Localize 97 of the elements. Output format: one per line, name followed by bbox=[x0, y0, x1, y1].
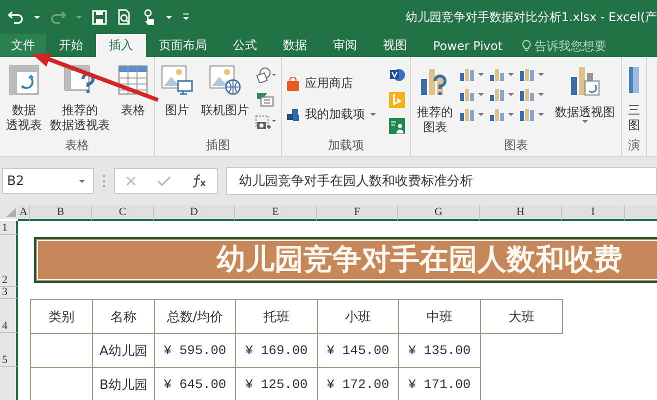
addin-blocks-icon bbox=[286, 108, 300, 122]
ribbon-tab[interactable]: 页面布局 bbox=[146, 34, 220, 57]
caret-icon bbox=[478, 72, 484, 76]
group-label: 加载项 bbox=[327, 137, 365, 154]
store-bag-icon bbox=[286, 76, 300, 90]
screenshot-icon[interactable] bbox=[255, 115, 277, 131]
ribbon-tab[interactable]: 开始 bbox=[46, 34, 96, 57]
button-label: 推荐的 bbox=[417, 105, 453, 120]
chart-icon bbox=[519, 107, 535, 121]
caret-icon bbox=[538, 112, 544, 116]
row-header[interactable]: 5 bbox=[0, 333, 18, 367]
column-header[interactable] bbox=[625, 205, 657, 221]
caret-icon[interactable] bbox=[582, 120, 588, 123]
ribbon-button[interactable]: 我的加载项 bbox=[286, 106, 376, 123]
button-label: 数据透视图 bbox=[555, 105, 615, 120]
window-title: 幼儿园竞争对手数据对比分析1.xlsx - Excel(产 bbox=[405, 8, 657, 26]
visio-icon[interactable] bbox=[388, 67, 406, 83]
shapes-icon[interactable] bbox=[255, 67, 277, 83]
row-header[interactable]: 2 bbox=[0, 235, 18, 287]
group-label: 表格 bbox=[64, 137, 90, 154]
table-header-cell: 类别 bbox=[30, 299, 93, 334]
caret-icon bbox=[508, 72, 514, 76]
lightbulb-icon bbox=[522, 38, 531, 52]
ribbon-tab[interactable]: 数据 bbox=[270, 34, 320, 57]
table-header-cell: 大班 bbox=[480, 299, 563, 334]
function-icon[interactable] bbox=[191, 174, 207, 188]
name-box[interactable]: B2 bbox=[2, 168, 94, 194]
ribbon-tab[interactable]: 审阅 bbox=[320, 34, 370, 57]
button-label: 透视表 bbox=[6, 118, 42, 133]
chart-icon bbox=[519, 67, 535, 81]
caret-icon bbox=[478, 92, 484, 96]
caret-icon bbox=[508, 112, 514, 116]
group-label: 图表 bbox=[503, 137, 529, 154]
button-label: 推荐的 bbox=[62, 103, 98, 118]
tell-me-field[interactable]: 告诉我您想要 bbox=[534, 38, 657, 52]
column-header[interactable]: H bbox=[480, 205, 562, 221]
chart-icon bbox=[489, 107, 505, 121]
undo-icon[interactable] bbox=[8, 10, 24, 24]
more-icon bbox=[102, 174, 106, 188]
ribbon-button[interactable]: 应用商店 bbox=[286, 75, 376, 92]
online-picture-icon bbox=[209, 65, 241, 95]
ribbon-button[interactable]: 三 图 bbox=[626, 65, 642, 137]
ribbon-tab[interactable]: 文件 bbox=[0, 34, 46, 57]
ribbon-button[interactable]: 联机图片 bbox=[199, 65, 251, 137]
chart-icon bbox=[489, 67, 505, 81]
save-icon[interactable] bbox=[92, 10, 107, 24]
column-header[interactable]: G bbox=[398, 205, 480, 221]
caret-icon[interactable] bbox=[370, 113, 376, 116]
chart-icon bbox=[459, 107, 475, 121]
column-header[interactable]: C bbox=[92, 205, 154, 221]
ribbon-tab[interactable]: Power Pivot bbox=[420, 34, 516, 57]
row-header[interactable]: 1 bbox=[0, 221, 18, 235]
column-header[interactable]: I bbox=[562, 205, 625, 221]
chart-icon bbox=[519, 87, 535, 101]
ribbon-button[interactable]: 数据透视图 bbox=[553, 65, 617, 137]
caret-icon bbox=[538, 72, 544, 76]
ribbon-button[interactable]: 图片 bbox=[159, 65, 195, 137]
chart-icon bbox=[459, 87, 475, 101]
caret-icon bbox=[508, 92, 514, 96]
button-label: 图表 bbox=[423, 120, 447, 135]
column-header[interactable]: A bbox=[18, 205, 30, 221]
button-label: 数据透视表 bbox=[50, 118, 110, 133]
row-header[interactable]: 4 bbox=[0, 299, 18, 333]
ribbon-tab[interactable]: 视图 bbox=[370, 34, 420, 57]
caret-icon bbox=[79, 180, 85, 182]
formula-input[interactable]: 幼儿园竞争对手在园人数和收费标准分析 bbox=[226, 167, 657, 195]
column-header[interactable]: E bbox=[235, 205, 317, 221]
button-label: 联机图片 bbox=[201, 103, 249, 118]
row-header[interactable] bbox=[0, 367, 18, 400]
customize-icon[interactable] bbox=[182, 13, 190, 21]
button-label: 表格 bbox=[121, 103, 145, 118]
row-header[interactable]: 3 bbox=[0, 287, 18, 299]
caret-icon bbox=[538, 92, 544, 96]
group-label: 演 bbox=[627, 137, 641, 154]
button-label: 数据 bbox=[12, 103, 36, 118]
people-graph-icon[interactable] bbox=[388, 117, 406, 135]
sheet-title: 幼儿园竞争对手在园人数和收费 bbox=[216, 241, 622, 278]
chart-icon bbox=[459, 67, 475, 81]
ribbon-button[interactable]: 数据 透视表 bbox=[4, 65, 44, 137]
ribbon-tab[interactable]: 插入 bbox=[96, 34, 146, 57]
print-preview-icon[interactable] bbox=[117, 9, 132, 25]
column-header[interactable]: F bbox=[317, 205, 398, 221]
group-label: 插图 bbox=[205, 137, 231, 154]
column-header[interactable]: D bbox=[154, 205, 235, 221]
chart-icon bbox=[489, 87, 505, 101]
ribbon-tab[interactable]: 公式 bbox=[220, 34, 270, 57]
pivot-chart-icon bbox=[569, 65, 601, 97]
picture-icon bbox=[161, 65, 193, 95]
caret-icon bbox=[478, 112, 484, 116]
button-label: 三 bbox=[628, 103, 640, 118]
column-header[interactable]: B bbox=[30, 205, 92, 221]
check-icon[interactable] bbox=[157, 175, 171, 187]
pivot-table-icon bbox=[9, 65, 39, 95]
button-label: 图 bbox=[628, 118, 640, 133]
touch-icon[interactable] bbox=[142, 8, 156, 26]
button-label: 图片 bbox=[165, 103, 189, 118]
ribbon-button[interactable]: 推荐的 图表 bbox=[415, 65, 455, 137]
